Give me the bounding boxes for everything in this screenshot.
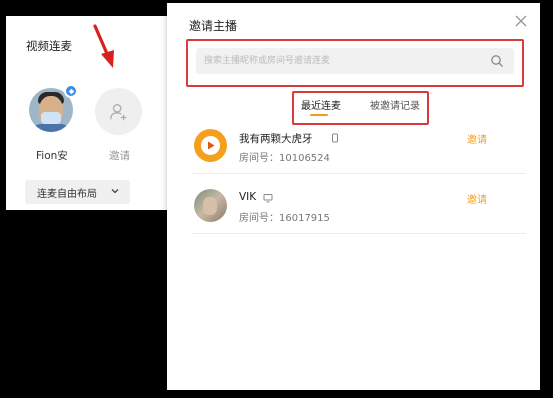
invite-button[interactable] xyxy=(95,88,142,135)
annotation-arrow-icon xyxy=(93,24,114,68)
layout-dropdown[interactable]: 连麦自由布局 xyxy=(25,180,130,204)
monitor-icon xyxy=(263,194,273,203)
invite-host-button[interactable]: 邀请 xyxy=(467,191,487,206)
invite-host-dialog: 邀请主播 最近连麦 被邀请记录 我有两颗大虎牙 房间号：10106524 邀请 … xyxy=(167,3,540,390)
room-number: 房间号：16017915 xyxy=(239,213,330,224)
layout-label: 连麦自由布局 xyxy=(37,188,97,200)
dialog-title: 邀请主播 xyxy=(189,19,238,33)
close-icon[interactable] xyxy=(514,14,528,28)
play-icon xyxy=(208,141,215,150)
add-user-icon xyxy=(109,103,126,120)
search-icon[interactable] xyxy=(490,54,504,68)
host-name: VIK xyxy=(239,191,257,203)
avatar xyxy=(194,129,227,162)
divider xyxy=(191,233,526,234)
invite-host-button[interactable]: 邀请 xyxy=(467,131,487,146)
video-costream-panel: 视频连麦 Fion安 邀请 连麦自由布局 xyxy=(6,16,171,210)
divider xyxy=(191,173,526,174)
panel-title: 视频连麦 xyxy=(26,39,72,53)
room-number: 房间号：10106524 xyxy=(239,153,330,164)
verified-icon xyxy=(64,84,78,98)
avatar xyxy=(194,189,227,222)
active-tab-indicator xyxy=(310,114,328,116)
chevron-down-icon xyxy=(111,189,119,194)
search-input[interactable] xyxy=(204,48,484,74)
tab-recent-costream[interactable]: 最近连麦 xyxy=(301,97,341,112)
invite-label: 邀请 xyxy=(109,150,130,162)
search-box xyxy=(196,48,514,74)
tab-invited-records[interactable]: 被邀请记录 xyxy=(370,97,420,112)
user-name: Fion安 xyxy=(36,150,68,162)
phone-icon xyxy=(332,133,338,143)
host-name: 我有两颗大虎牙 xyxy=(239,133,313,145)
